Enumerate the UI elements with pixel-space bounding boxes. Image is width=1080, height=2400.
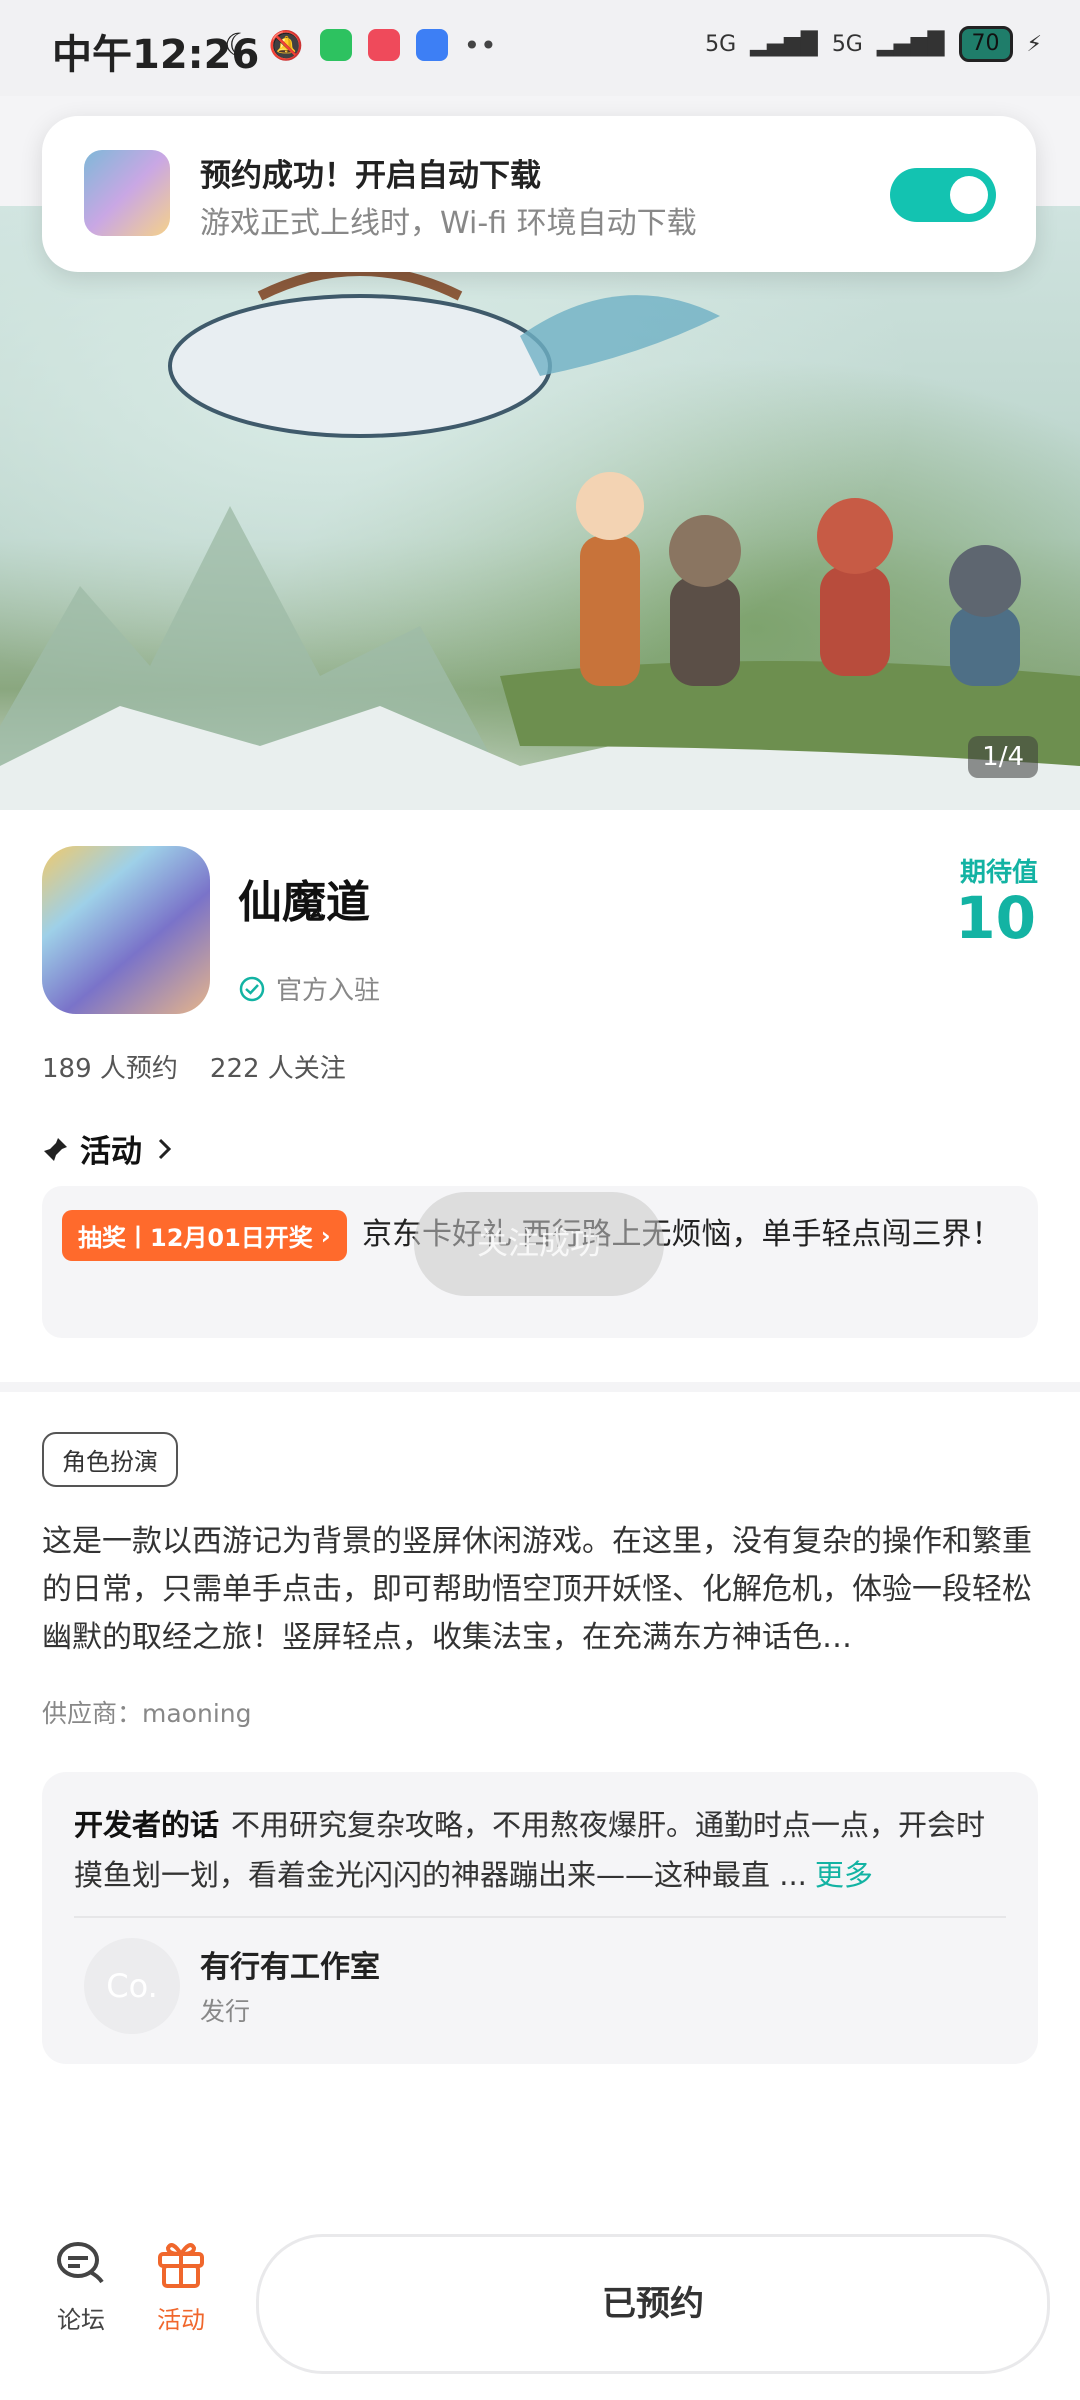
mute-icon: 🔕: [268, 28, 304, 62]
genre-tag[interactable]: 角色扮演: [42, 1432, 178, 1487]
status-bar: 中午12:26 ☾ 🔕 •• 5G ▂▄▆█ 5G ▂▄▆█ 70 ⚡: [0, 0, 1080, 96]
reserved-button[interactable]: 已预约: [256, 2234, 1050, 2374]
bottom-action-bar: 论坛 活动 已预约: [0, 2200, 1080, 2400]
chevron-right-icon: [158, 1138, 172, 1159]
official-label: 官方入驻: [276, 976, 381, 1006]
developer-words: 开发者的话 不用研究复杂攻略，不用熬夜爆肝。通勤时点一点，开会时摸鱼划一划，看着金…: [74, 1800, 1014, 1900]
forum-icon: [57, 2242, 104, 2284]
app-icon: [84, 150, 170, 236]
pin-icon: [44, 1137, 67, 1161]
studio-avatar[interactable]: Co.: [84, 1938, 180, 2034]
notification-subtitle: 游戏正式上线时，Wi-fi 环境自动下载: [200, 206, 697, 241]
more-link[interactable]: 更多: [815, 1858, 873, 1892]
developer-words-title: 开发者的话: [74, 1808, 220, 1842]
forum-label: 论坛: [57, 2306, 105, 2334]
follow-count: 222 人关注: [209, 1054, 346, 1084]
lottery-badge: 抽奖丨12月01日开奖 ›: [62, 1210, 347, 1261]
banner-carousel[interactable]: 1/4: [0, 206, 1080, 810]
banner-page-indicator: 1/4: [968, 736, 1038, 778]
follow-success-toast: 关注成功: [414, 1192, 664, 1296]
chevron-right-icon: ›: [320, 1221, 331, 1250]
lottery-badge-label: 抽奖丨12月01日开奖: [78, 1224, 313, 1252]
status-notification-icons: ☾ 🔕 ••: [224, 26, 497, 64]
auto-download-toggle[interactable]: [890, 168, 996, 222]
activity-tab-label: 活动: [157, 2306, 205, 2334]
more-dots-icon: ••: [463, 28, 497, 62]
studio-name[interactable]: 有行有工作室: [200, 1942, 380, 1986]
game-icon: [42, 846, 210, 1014]
activity-section-header[interactable]: 活动: [42, 1126, 178, 1171]
notification-title: 预约成功！开启自动下载: [200, 158, 541, 194]
reserve-success-notification[interactable]: 预约成功！开启自动下载 游戏正式上线时，Wi-fi 环境自动下载: [42, 116, 1036, 272]
signal-icon-2: ▂▄▆█: [876, 31, 945, 57]
section-divider: [0, 1382, 1080, 1392]
game-title: 仙魔道: [238, 877, 370, 928]
expect-value: 10: [955, 884, 1036, 952]
check-circle-icon: [239, 976, 265, 1001]
signal-icon: ▂▄▆█: [750, 31, 818, 57]
studio-role: 发行: [200, 1997, 251, 2026]
signal-5g-label: 5G: [705, 31, 737, 57]
forum-tab[interactable]: 论坛: [36, 2236, 126, 2335]
developer-divider: [74, 1916, 1006, 1918]
activity-heading: 活动: [80, 1134, 142, 1170]
banner-artwork: [0, 266, 1080, 810]
wechat-icon: [319, 29, 352, 61]
reserve-count: 189 人预约: [42, 1054, 178, 1084]
developer-card[interactable]: 开发者的话 不用研究复杂攻略，不用熬夜爆肝。通勤时点一点，开会时摸鱼划一划，看着金…: [42, 1772, 1038, 2064]
moon-icon: ☾: [224, 26, 253, 64]
xiaohongshu-icon: [367, 29, 400, 61]
shield-app-icon: [415, 29, 448, 61]
activity-tab[interactable]: 活动: [136, 2236, 226, 2335]
status-right: 5G ▂▄▆█ 5G ▂▄▆█ 70 ⚡: [705, 26, 1042, 62]
game-description[interactable]: 这是一款以西游记为背景的竖屏休闲游戏。在这里，没有复杂的操作和繁重的日常，只需单…: [42, 1518, 1042, 1662]
toggle-knob: [950, 176, 988, 214]
official-badge: 官方入驻: [238, 970, 380, 1007]
battery-icon: 70: [958, 26, 1013, 62]
signal-5g-label-2: 5G: [831, 31, 863, 57]
stats-row: 189 人预约 222 人关注: [42, 1048, 346, 1085]
gift-icon: [158, 2243, 204, 2288]
supplier-label: 供应商：maoning: [42, 1699, 252, 1728]
charging-icon: ⚡: [1026, 31, 1042, 57]
